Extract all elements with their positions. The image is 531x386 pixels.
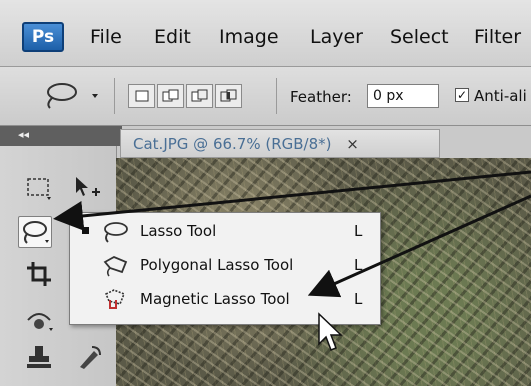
annotation-overlay — [53, 170, 531, 351]
annotation-arrow — [53, 170, 531, 231]
annotation-arrow — [307, 194, 531, 298]
mouse-cursor-icon — [318, 312, 343, 351]
